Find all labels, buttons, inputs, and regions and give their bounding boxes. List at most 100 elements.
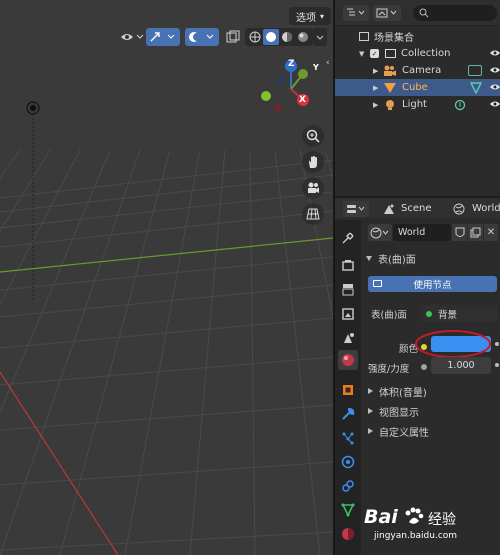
baidu-watermark: Bai 经验 jingyan.baidu.com bbox=[352, 502, 492, 552]
outliner-item-cube[interactable]: ▶ Cube bbox=[335, 79, 500, 96]
float-socket-icon bbox=[421, 364, 427, 370]
gizmo-z-label: Z bbox=[288, 59, 295, 69]
camera-data-icon[interactable] bbox=[468, 65, 482, 76]
material-shading-icon[interactable] bbox=[279, 30, 295, 44]
volume-panel-header[interactable]: 体积(音量) bbox=[368, 382, 427, 400]
world-icon bbox=[453, 203, 465, 215]
camera-label: Camera bbox=[402, 65, 442, 76]
modifier-tab-icon[interactable] bbox=[338, 404, 358, 424]
light-object-icon bbox=[386, 99, 394, 110]
unlink-icon[interactable]: ✕ bbox=[484, 224, 498, 241]
eye-icon[interactable] bbox=[490, 66, 500, 74]
checkbox-icon[interactable]: ✓ bbox=[370, 49, 379, 58]
custom-properties-panel-header[interactable]: 自定义属性 bbox=[368, 422, 429, 440]
outliner-scene-collection[interactable]: 场景集合 bbox=[335, 28, 500, 45]
scene-label[interactable]: Scene bbox=[401, 203, 432, 214]
particles-tab-icon[interactable] bbox=[338, 428, 358, 448]
world-name-field[interactable]: World bbox=[393, 224, 451, 241]
duplicate-icon[interactable] bbox=[468, 224, 483, 241]
outliner-item-light[interactable]: ▶ Light bbox=[335, 96, 500, 113]
solid-shading-icon[interactable] bbox=[263, 29, 279, 45]
physics-tab-icon[interactable] bbox=[338, 452, 358, 472]
watermark-brand: Bai bbox=[364, 506, 398, 528]
shading-dropdown[interactable] bbox=[313, 28, 327, 46]
mesh-data-icon[interactable] bbox=[470, 81, 482, 94]
panel-collapsed-icon bbox=[368, 428, 373, 434]
right-column: 场景集合 ▼ ✓ Collection ▶ Camera ▶ Cube ▶ Li… bbox=[335, 0, 500, 555]
fake-user-icon[interactable] bbox=[452, 224, 467, 241]
tool-tab-icon[interactable] bbox=[338, 228, 358, 248]
viewport-header: 选项 ▾ bbox=[0, 4, 333, 46]
collection-icon bbox=[385, 49, 396, 58]
grid-ortho-icon[interactable] bbox=[302, 203, 324, 225]
y-axis-line bbox=[0, 237, 333, 273]
mesh-object-icon bbox=[384, 82, 396, 93]
options-dropdown[interactable]: 选项 ▾ bbox=[289, 7, 331, 25]
zoom-icon[interactable] bbox=[302, 125, 324, 147]
node-icon bbox=[373, 280, 382, 287]
scene-tab-icon[interactable] bbox=[338, 328, 358, 348]
transform-gizmo-icon[interactable] bbox=[146, 28, 180, 46]
watermark-url: jingyan.baidu.com bbox=[374, 531, 458, 541]
panel-collapsed-icon bbox=[368, 408, 373, 414]
camera-view-icon[interactable] bbox=[302, 177, 324, 199]
x-axis-line bbox=[0, 371, 119, 555]
rendered-shading-icon[interactable] bbox=[295, 30, 311, 44]
light-object bbox=[26, 101, 40, 300]
viewport-display-panel-header[interactable]: 视图显示 bbox=[368, 402, 419, 420]
keyframe-dot-icon[interactable] bbox=[495, 342, 499, 346]
outliner-header bbox=[335, 0, 500, 26]
eye-icon[interactable] bbox=[490, 49, 500, 57]
render-tab-icon[interactable] bbox=[338, 256, 358, 276]
xray-icon[interactable] bbox=[224, 28, 242, 46]
use-nodes-button[interactable]: 使用节点 bbox=[368, 276, 497, 292]
overlays-icon[interactable] bbox=[185, 28, 219, 46]
world-tab-icon[interactable] bbox=[338, 350, 358, 370]
expand-chevron-icon[interactable]: ▼ bbox=[359, 50, 367, 58]
wireframe-shading-icon[interactable] bbox=[247, 30, 263, 44]
outliner-item-camera[interactable]: ▶ Camera bbox=[335, 62, 500, 79]
object-tab-icon[interactable] bbox=[338, 380, 358, 400]
outliner-item-collection[interactable]: ▼ ✓ Collection bbox=[335, 45, 500, 62]
expand-arrow-icon[interactable]: ▶ bbox=[373, 67, 381, 75]
camera-object-icon bbox=[384, 65, 396, 76]
eye-icon[interactable] bbox=[490, 83, 500, 91]
scene-icon bbox=[384, 204, 394, 214]
cube-label: Cube bbox=[402, 82, 428, 93]
surface-label: 表(曲)面 bbox=[371, 310, 407, 321]
3d-viewport[interactable]: 选项 ▾ Z Y X ‹ bbox=[0, 0, 333, 555]
outliner-search-field[interactable] bbox=[413, 5, 497, 21]
expand-arrow-icon[interactable]: ▶ bbox=[373, 101, 381, 109]
editor-type-dropdown[interactable] bbox=[343, 201, 369, 217]
constraints-tab-icon[interactable] bbox=[338, 476, 358, 496]
annotation-circle bbox=[415, 330, 491, 358]
world-label[interactable]: World bbox=[472, 203, 500, 214]
output-tab-icon[interactable] bbox=[338, 280, 358, 300]
shading-group bbox=[245, 28, 313, 46]
shader-socket-icon bbox=[426, 310, 432, 317]
surface-panel-header[interactable]: 表(曲)面 bbox=[366, 249, 416, 267]
display-mode-dropdown[interactable] bbox=[343, 5, 369, 21]
eye-icon[interactable] bbox=[490, 100, 500, 108]
properties-header: Scene World bbox=[335, 196, 500, 218]
view-layer-tab-icon[interactable] bbox=[338, 304, 358, 324]
pan-hand-icon[interactable] bbox=[302, 151, 324, 173]
gizmo-x-label: X bbox=[299, 95, 306, 105]
light-data-icon[interactable] bbox=[454, 99, 466, 111]
strength-field[interactable]: 1.000 bbox=[431, 357, 491, 374]
scene-collection-icon bbox=[359, 32, 369, 41]
expand-arrow-icon[interactable]: ▶ bbox=[373, 84, 381, 92]
surface-shader-field[interactable]: 背景 bbox=[420, 305, 498, 322]
watermark-brand-suffix: 经验 bbox=[428, 512, 456, 528]
world-browse-dropdown[interactable] bbox=[368, 224, 392, 241]
panel-expanded-icon bbox=[366, 255, 372, 261]
gizmo-y-label: Y bbox=[313, 63, 319, 72]
strength-label: 强度/力度 bbox=[368, 364, 410, 375]
filter-dropdown[interactable] bbox=[373, 5, 401, 21]
view-object-types-icon[interactable] bbox=[118, 28, 144, 46]
search-icon bbox=[419, 8, 429, 18]
scene-collection-label: 场景集合 bbox=[374, 33, 414, 44]
paw-logo-icon bbox=[405, 507, 424, 524]
keyframe-dot-icon[interactable] bbox=[495, 363, 499, 367]
sidebar-toggle-icon[interactable]: ‹ bbox=[326, 58, 330, 68]
